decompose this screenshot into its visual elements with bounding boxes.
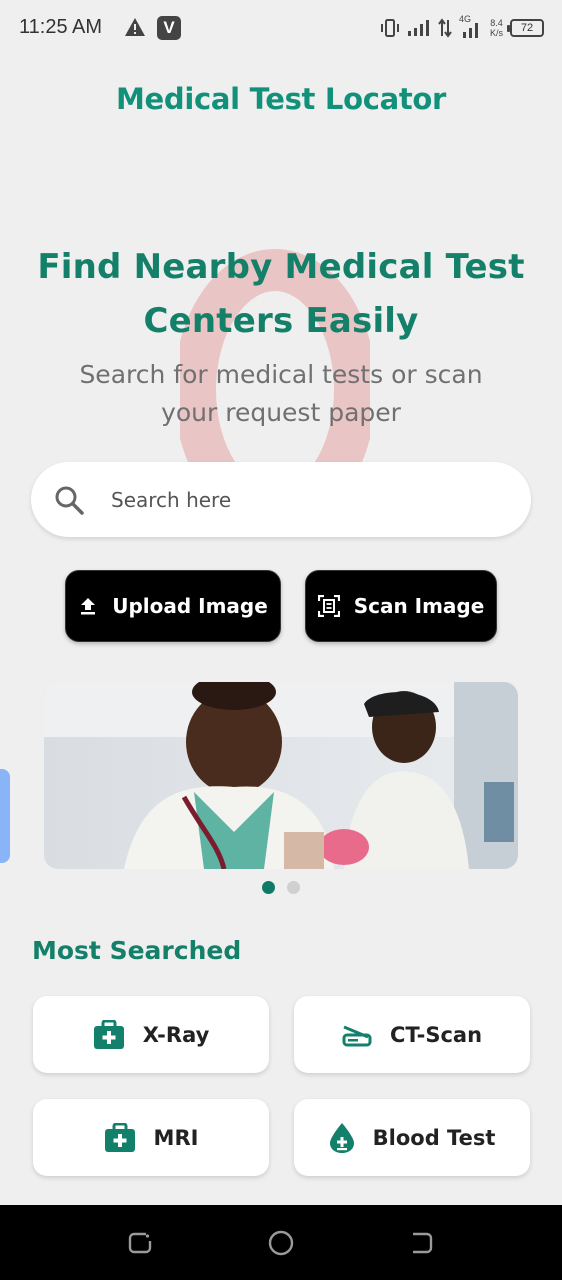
- hero-title-line-2: Centers Easily: [143, 301, 419, 341]
- carousel-dot-1[interactable]: [262, 881, 275, 894]
- carousel-indicators: [262, 881, 300, 894]
- most-searched-label: X-Ray: [142, 1022, 210, 1047]
- carousel-banner[interactable]: [44, 682, 518, 869]
- carousel-dot-2[interactable]: [287, 881, 300, 894]
- most-searched-blood-test[interactable]: Blood Test: [294, 1099, 530, 1176]
- system-navigation-bar: [0, 1205, 562, 1280]
- hero-subtitle-line-1: Search for medical tests or scan: [79, 360, 483, 389]
- edge-panel-handle[interactable]: [0, 769, 10, 863]
- document-scanner-icon: [317, 595, 340, 617]
- scan-image-button[interactable]: Scan Image: [305, 570, 497, 642]
- most-searched-mri[interactable]: MRI: [33, 1099, 269, 1176]
- search-bar[interactable]: [31, 462, 531, 537]
- app-title: Medical Test Locator: [115, 82, 447, 116]
- scanner-icon: [342, 1025, 372, 1046]
- warning-icon: [125, 18, 145, 36]
- app-notification-icon: V: [157, 16, 181, 40]
- battery-icon: 72: [507, 19, 544, 37]
- status-time: 11:25 AM: [19, 16, 103, 38]
- home-icon[interactable]: [267, 1229, 295, 1257]
- data-transfer-icon: [438, 18, 452, 38]
- medical-kit-icon: [104, 1122, 135, 1152]
- network-speed-value: 8.4: [490, 18, 503, 28]
- vibrate-icon: [380, 19, 399, 37]
- search-icon: [55, 486, 84, 515]
- most-searched-label: CT-Scan: [389, 1022, 483, 1047]
- hero-subtitle: Search for medical tests or scan your re…: [40, 356, 522, 432]
- recent-apps-icon[interactable]: [126, 1229, 154, 1257]
- upload-icon: [81, 598, 96, 615]
- upload-image-label: Upload Image: [112, 594, 268, 618]
- network-speed-unit: K/s: [489, 28, 503, 38]
- most-searched-label: Blood Test: [372, 1125, 496, 1150]
- back-icon[interactable]: [407, 1229, 435, 1257]
- hero-title-line-1: Find Nearby Medical Test: [37, 247, 525, 287]
- network-speed: 8.4 K/s: [490, 18, 503, 38]
- battery-level: 72: [520, 22, 534, 34]
- status-bar: 11:25 AM V 4G 8.4 K/s 72: [0, 0, 562, 58]
- scan-image-label: Scan Image: [353, 594, 485, 618]
- most-searched-label: MRI: [153, 1125, 199, 1150]
- most-searched-title: Most Searched: [32, 936, 242, 965]
- medical-kit-icon: [93, 1019, 124, 1049]
- status-indicators: 4G 8.4 K/s 72: [380, 14, 544, 42]
- search-input[interactable]: [111, 480, 501, 520]
- hero-subtitle-line-2: your request paper: [161, 398, 401, 427]
- most-searched-xray[interactable]: X-Ray: [33, 996, 269, 1073]
- signal-4g-icon: 4G: [459, 14, 483, 39]
- most-searched-ct-scan[interactable]: CT-Scan: [294, 996, 530, 1073]
- hero-title: Find Nearby Medical Test Centers Easily: [20, 240, 542, 348]
- blood-drop-icon: [329, 1122, 354, 1153]
- upload-image-button[interactable]: Upload Image: [65, 570, 281, 642]
- banner-photo: [44, 682, 518, 869]
- signal-icon: [407, 20, 429, 36]
